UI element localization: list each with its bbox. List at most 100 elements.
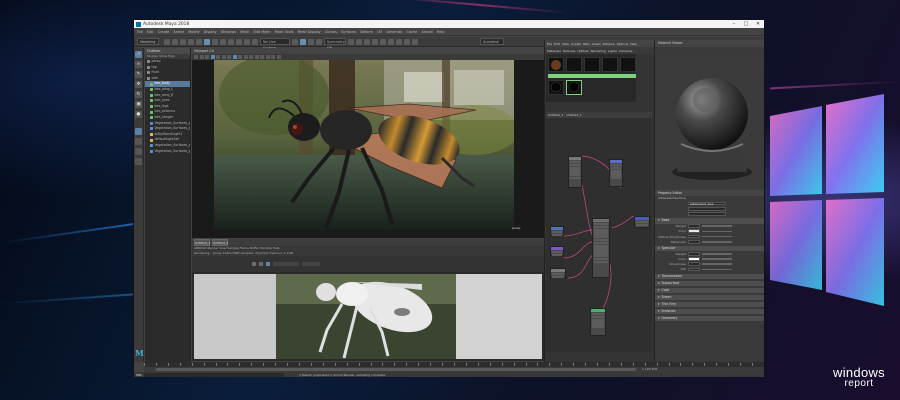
- bookmark-icon[interactable]: [199, 55, 204, 59]
- rotate-tool-icon[interactable]: ↻: [135, 91, 142, 98]
- camera-attributes-icon[interactable]: [194, 55, 198, 59]
- menu-create[interactable]: Create: [158, 30, 170, 34]
- material-swatch[interactable]: [566, 80, 582, 95]
- menu-mesh-display[interactable]: Mesh Display: [298, 30, 321, 34]
- textured-icon[interactable]: [238, 55, 242, 59]
- menu-help[interactable]: Help: [437, 30, 445, 34]
- render-camera-select[interactable]: [273, 262, 299, 266]
- attr-field[interactable]: [688, 262, 700, 267]
- menu-windows[interactable]: Windows: [221, 30, 237, 34]
- hypershade-menu-tabs[interactable]: Tabs: [583, 42, 590, 46]
- hypershade-menu-help[interactable]: Help: [630, 42, 637, 46]
- material-viewer-toolbar[interactable]: [655, 47, 764, 52]
- shader-node[interactable]: [609, 159, 623, 187]
- hypershade-menu-view[interactable]: View: [562, 42, 569, 46]
- shading-group-node[interactable]: [634, 216, 650, 228]
- save-scene-icon[interactable]: [180, 38, 186, 45]
- camera-icon[interactable]: [372, 38, 378, 45]
- material-swatch[interactable]: [620, 57, 636, 72]
- outliner-item[interactable]: Vegetation_Surfaces_grp3: [145, 149, 190, 155]
- new-scene-icon[interactable]: [164, 38, 170, 45]
- attr-slider[interactable]: [702, 268, 732, 271]
- hypershade-menu-graph[interactable]: Graph: [592, 42, 601, 46]
- minimize-button[interactable]: –: [728, 20, 740, 28]
- attr-slider[interactable]: [702, 258, 732, 260]
- material-swatch[interactable]: [548, 80, 564, 95]
- node-shader-field[interactable]: [688, 212, 726, 216]
- select-by-object-icon[interactable]: [212, 38, 218, 45]
- perspective-viewport[interactable]: Viewport 2.0 persp: [192, 48, 547, 238]
- hypershade-menu-file[interactable]: File: [547, 42, 552, 46]
- last-tool-icon[interactable]: ●: [135, 111, 142, 118]
- section-geometry[interactable]: Geometry: [655, 315, 764, 322]
- snap-point-icon[interactable]: [244, 38, 250, 45]
- render-refresh-icon[interactable]: [266, 262, 270, 266]
- viewport-canvas[interactable]: [214, 60, 514, 230]
- section-transmission[interactable]: Transmission: [655, 273, 764, 280]
- menu-generate[interactable]: Generate: [386, 30, 402, 34]
- material-swatch[interactable]: [566, 57, 582, 72]
- mel-label[interactable]: MEL: [134, 373, 144, 377]
- hypershade-icon[interactable]: [316, 38, 322, 45]
- browser-tab-rendering[interactable]: Rendering: [591, 49, 606, 53]
- material-swatch[interactable]: [584, 57, 600, 72]
- menu-uv[interactable]: UV: [377, 30, 382, 34]
- snap-curve-icon[interactable]: [236, 38, 242, 45]
- menu-edit-mesh[interactable]: Edit Mesh: [253, 30, 270, 34]
- panel-layout-icon[interactable]: [396, 38, 402, 45]
- attr-slider[interactable]: [702, 240, 732, 243]
- hypershade-menu-edit[interactable]: Edit: [554, 42, 560, 46]
- texture-node[interactable]: [550, 268, 566, 279]
- section-thin-film[interactable]: Thin Film: [655, 301, 764, 308]
- menu-select[interactable]: Select: [173, 30, 184, 34]
- menu-surfaces[interactable]: Surfaces: [341, 30, 356, 34]
- attr-slider[interactable]: [702, 230, 732, 233]
- resolution-gate-icon[interactable]: [221, 55, 226, 59]
- material-preview-sphere[interactable]: [669, 62, 755, 182]
- motion-blur-icon[interactable]: [260, 55, 264, 59]
- light-icon[interactable]: [364, 38, 370, 45]
- arnold-icon[interactable]: [348, 38, 354, 45]
- aistandardsurface-node[interactable]: [592, 218, 610, 278]
- node-editor-tab-2[interactable]: Untitled_2: [566, 113, 581, 117]
- node-editor-tab-1[interactable]: Untitled_1: [548, 113, 563, 117]
- live-surface-field[interactable]: No Live Surface: [260, 38, 290, 50]
- menu-mesh[interactable]: Mesh: [240, 30, 249, 34]
- single-perspective-layout-icon[interactable]: [135, 128, 142, 135]
- xray-icon[interactable]: [276, 55, 281, 59]
- wireframe-icon[interactable]: [227, 55, 231, 59]
- close-button[interactable]: ✕: [752, 20, 764, 28]
- isolate-select-icon[interactable]: [271, 55, 275, 59]
- render-tab-1[interactable]: Untitled_1: [194, 239, 210, 246]
- browser-tab-utilities[interactable]: Utilities: [577, 49, 588, 53]
- ambient-occlusion-icon[interactable]: [254, 55, 259, 59]
- maximize-button[interactable]: □: [740, 20, 752, 28]
- persp-graph-layout-icon[interactable]: [135, 158, 142, 165]
- render-canvas[interactable]: [192, 272, 544, 361]
- menu-edit[interactable]: Edit: [147, 30, 154, 34]
- arnold-renderview-icon[interactable]: [356, 38, 362, 45]
- shader-node[interactable]: [590, 308, 606, 336]
- grid-icon[interactable]: [210, 55, 215, 59]
- select-by-component-icon[interactable]: [220, 38, 226, 45]
- panel-layout-icon[interactable]: [404, 38, 410, 45]
- texture-node[interactable]: [550, 246, 564, 257]
- command-input[interactable]: [144, 372, 284, 377]
- attr-slider[interactable]: [702, 235, 732, 238]
- hypershade-menu-create[interactable]: Create: [571, 42, 581, 46]
- open-scene-icon[interactable]: [172, 38, 178, 45]
- persp-outliner-layout-icon[interactable]: [135, 148, 142, 155]
- attr-field[interactable]: [688, 267, 700, 272]
- undo-icon[interactable]: [188, 38, 194, 45]
- node-editor[interactable]: Untitled_1 Untitled_2: [546, 112, 652, 352]
- menu-curves[interactable]: Curves: [325, 30, 337, 34]
- shadows-icon[interactable]: [249, 55, 253, 59]
- panel-layout-icon[interactable]: [388, 38, 394, 45]
- attr-slider[interactable]: [702, 225, 732, 227]
- browser-tab-cameras[interactable]: Cameras: [619, 49, 632, 53]
- lasso-tool-icon[interactable]: ∞: [135, 61, 142, 68]
- color-swatch[interactable]: [688, 229, 700, 234]
- range-handle[interactable]: [156, 368, 636, 371]
- snap-grid-icon[interactable]: [228, 38, 234, 45]
- snap-plane-icon[interactable]: [252, 38, 258, 45]
